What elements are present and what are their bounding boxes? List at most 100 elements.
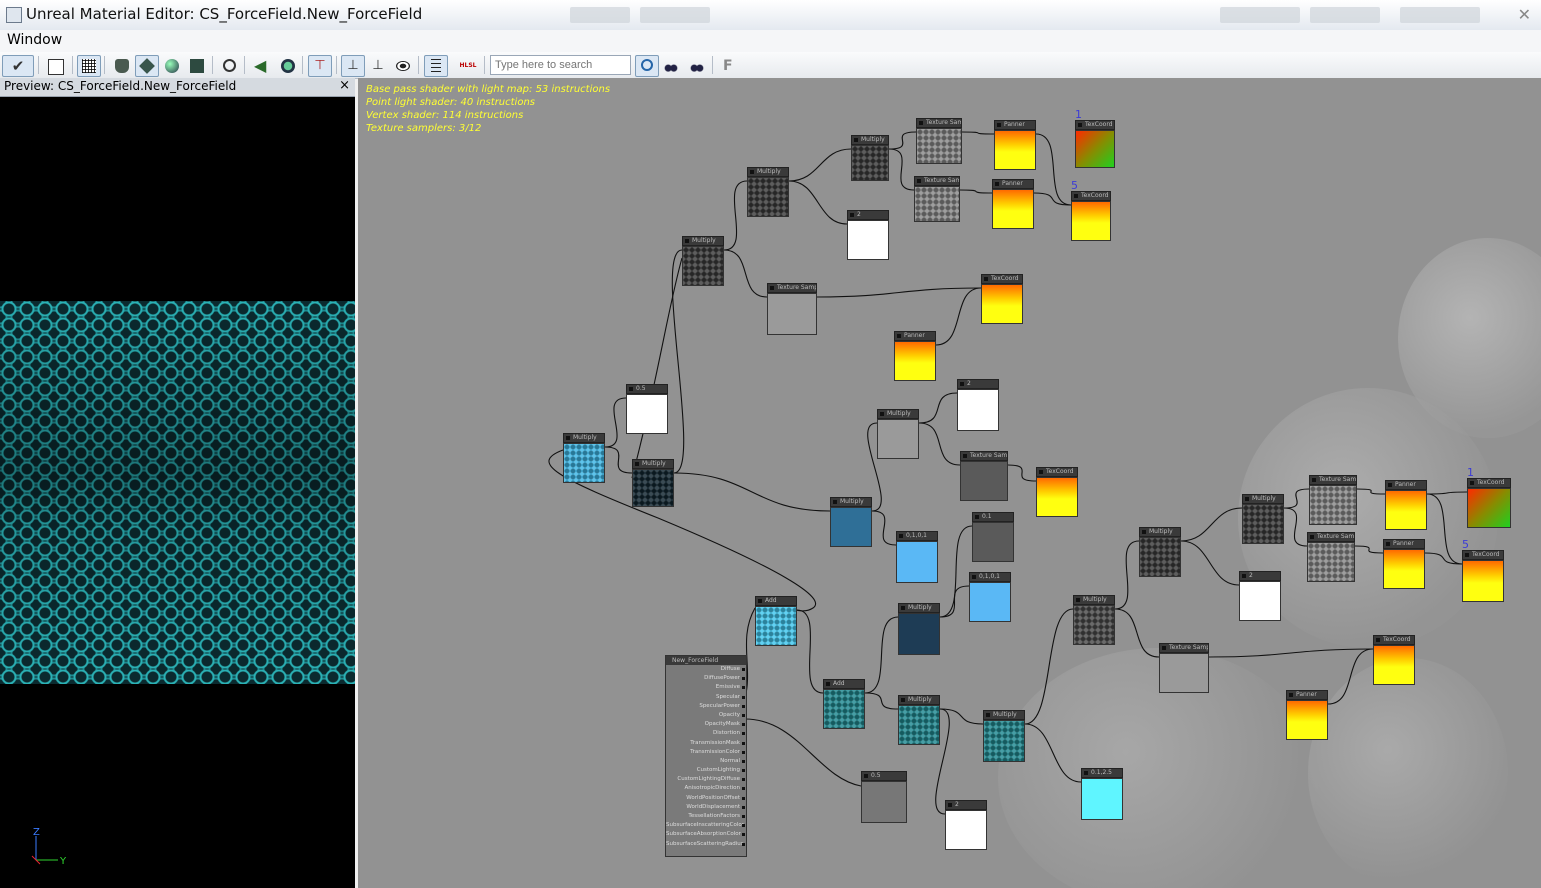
graph-node[interactable]: Texture Sample: [960, 451, 1008, 501]
material-input-pin[interactable]: CustomLightingDiffuse: [666, 775, 746, 784]
graph-node[interactable]: Multiply: [632, 459, 674, 507]
realtime-preview-button[interactable]: [276, 55, 300, 77]
material-output-node[interactable]: New_ForceField Diffuse DiffusePower Emissi…: [665, 655, 747, 857]
graph-node[interactable]: TexCoord 5: [1462, 538, 1504, 602]
search-button[interactable]: [635, 55, 659, 77]
graph-node[interactable]: Texture Sample: [1307, 532, 1355, 582]
view-hlsl-button[interactable]: HLSL: [456, 55, 480, 77]
node-title: 2: [957, 379, 999, 389]
material-input-pin[interactable]: AnisotropicDirection: [666, 784, 746, 793]
material-input-pin[interactable]: TessellationFactors: [666, 812, 746, 821]
graph-node[interactable]: Panner: [894, 331, 936, 381]
graph-node[interactable]: Texture Sample: [914, 176, 960, 222]
graph-node[interactable]: 2: [847, 210, 889, 260]
show-connectors-button[interactable]: ⊥: [341, 55, 365, 77]
graph-node[interactable]: Texture Sample: [916, 118, 962, 164]
node-preview: [755, 606, 797, 646]
sphere-preview-button[interactable]: [160, 55, 184, 77]
graph-node[interactable]: Panner: [992, 179, 1034, 229]
f-button[interactable]: F: [718, 55, 742, 77]
toggle-grid-button[interactable]: [77, 55, 101, 77]
toggle-stats-button[interactable]: [391, 55, 415, 77]
close-icon[interactable]: ✕: [1518, 5, 1531, 24]
graph-node[interactable]: Multiply: [830, 497, 872, 547]
graph-node[interactable]: Multiply: [898, 603, 940, 655]
node-preview: [851, 145, 889, 181]
material-input-pin[interactable]: OpacityMask: [666, 720, 746, 729]
graph-node[interactable]: 0.5: [861, 771, 907, 823]
graph-node[interactable]: Texture Sample: [1309, 475, 1357, 525]
graph-node[interactable]: Panner: [1286, 690, 1328, 740]
graph-node[interactable]: Multiply: [898, 695, 940, 745]
graph-node[interactable]: Add: [755, 596, 797, 646]
cube-preview-button[interactable]: [135, 55, 159, 77]
search-prev-button[interactable]: [659, 55, 683, 77]
cylinder-preview-button[interactable]: [110, 55, 134, 77]
node-preview: [894, 341, 936, 381]
apply-button[interactable]: ✔: [2, 55, 34, 77]
material-input-pin[interactable]: Diffuse: [666, 665, 746, 674]
graph-node[interactable]: Multiply: [1139, 527, 1181, 577]
graph-node[interactable]: TexCoord 1: [1075, 108, 1115, 168]
graph-node[interactable]: TexCoord: [1373, 635, 1415, 685]
search-for-node-button[interactable]: [44, 55, 68, 77]
graph-node[interactable]: Multiply: [1073, 595, 1115, 645]
home-icon: [48, 59, 64, 75]
preview-close-icon[interactable]: ×: [339, 78, 350, 93]
toggle-text-button[interactable]: [424, 55, 448, 77]
graph-node[interactable]: Panner: [994, 120, 1036, 170]
graph-node[interactable]: Multiply: [1242, 494, 1284, 544]
graph-node[interactable]: 2: [945, 800, 987, 850]
graph-node[interactable]: 0.1,2.5: [1081, 768, 1123, 820]
material-input-pin[interactable]: CustomLighting: [666, 766, 746, 775]
graph-node[interactable]: 0.1: [972, 512, 1014, 562]
material-input-pin[interactable]: TransmissionColor: [666, 748, 746, 757]
grid-icon: [82, 59, 96, 73]
graph-node[interactable]: TexCoord: [1036, 467, 1078, 517]
graph-node[interactable]: Multiply: [983, 710, 1025, 762]
material-input-pin[interactable]: WorldDisplacement: [666, 803, 746, 812]
plane-preview-button[interactable]: [185, 55, 209, 77]
menu-window[interactable]: Window: [7, 32, 62, 48]
material-input-pin[interactable]: Normal: [666, 757, 746, 766]
search-next-button[interactable]: [685, 55, 709, 77]
graph-node[interactable]: Multiply: [851, 135, 889, 181]
material-input-pin[interactable]: Emissive: [666, 683, 746, 692]
material-input-pin[interactable]: SubsurfaceAbsorptionColor: [666, 830, 746, 839]
graph-node[interactable]: Texture Sample: [767, 283, 817, 335]
graph-node[interactable]: Multiply: [747, 167, 789, 217]
search-input[interactable]: [490, 55, 631, 75]
graph-node[interactable]: 0,1,0,1: [969, 572, 1011, 622]
graph-node[interactable]: Multiply: [682, 236, 724, 286]
graph-node[interactable]: Texture Sample: [1159, 643, 1209, 693]
material-input-pin[interactable]: SpecularPower: [666, 702, 746, 711]
material-input-pin[interactable]: Specular: [666, 693, 746, 702]
graph-node[interactable]: Panner: [1385, 480, 1427, 530]
material-input-pin[interactable]: TransmissionMask: [666, 739, 746, 748]
graph-node[interactable]: 2: [1239, 571, 1281, 621]
graph-node[interactable]: Add: [823, 679, 865, 729]
material-input-pin[interactable]: SubsurfaceScatteringRadius: [666, 840, 746, 849]
material-input-pin[interactable]: DiffusePower: [666, 674, 746, 683]
material-input-pin[interactable]: WorldPositionOffset: [666, 794, 746, 803]
graph-node[interactable]: Multiply: [877, 409, 919, 459]
node-preview: [1307, 542, 1355, 582]
graph-node[interactable]: 2: [957, 379, 999, 431]
hide-unused-connectors-button[interactable]: ⊥: [366, 55, 390, 77]
graph-node[interactable]: Multiply: [563, 433, 605, 483]
material-graph-canvas[interactable]: Base pass shader with light map: 53 inst…: [358, 78, 1541, 888]
go-to-source-button[interactable]: ◀: [250, 55, 274, 77]
material-input-pin[interactable]: SubsurfaceInscatteringColor: [666, 821, 746, 830]
graph-node[interactable]: 0,1,0,1: [896, 531, 938, 583]
graph-node[interactable]: TexCoord 1: [1467, 466, 1511, 528]
graph-node[interactable]: Panner: [1383, 539, 1425, 589]
material-input-pin[interactable]: Distortion: [666, 729, 746, 738]
graph-node[interactable]: 0.5: [626, 384, 668, 434]
graph-node[interactable]: TexCoord 5: [1071, 179, 1111, 241]
node-title: Texture Sample: [767, 283, 817, 293]
text-lines-icon: [431, 59, 441, 73]
graph-node[interactable]: TexCoord: [981, 274, 1023, 324]
zoom-button[interactable]: [217, 55, 241, 77]
connect-button[interactable]: ⊤: [308, 55, 332, 77]
material-input-pin[interactable]: Opacity: [666, 711, 746, 720]
